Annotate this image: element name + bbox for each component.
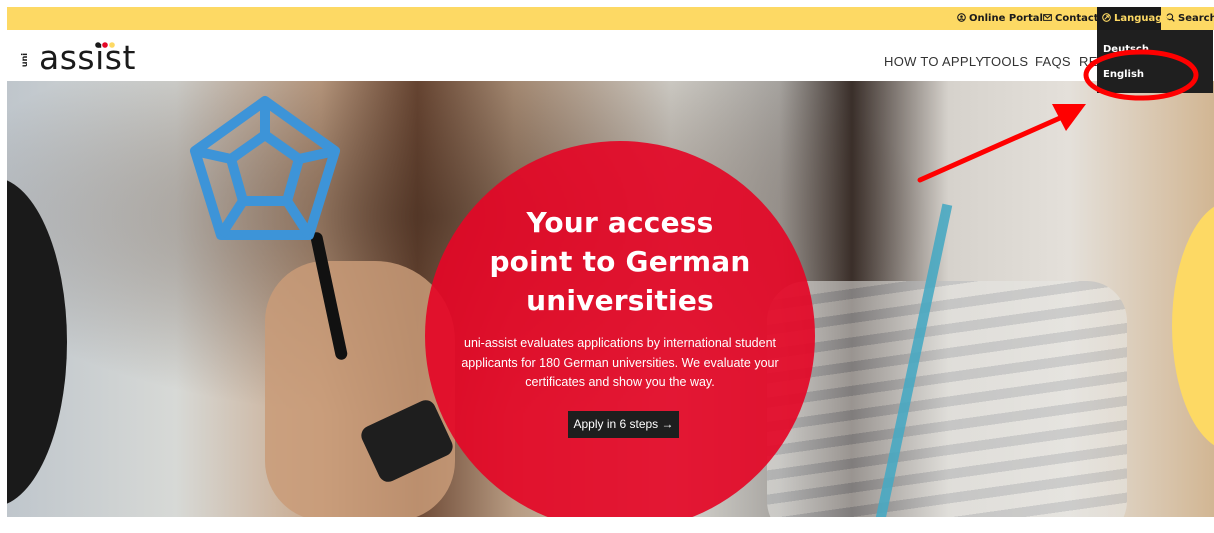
language-option-deutsch[interactable]: Deutsch: [1103, 44, 1149, 55]
hero-red-circle: Your access point to German universities…: [425, 141, 815, 531]
language-toggle[interactable]: Language: [1097, 7, 1169, 30]
hero-description-line-3: certificates and show you the way.: [525, 375, 715, 389]
logo-prefix: uni: [20, 52, 29, 68]
hero-headline-line-1: Your access: [526, 206, 714, 239]
language-link[interactable]: Language: [1102, 7, 1169, 30]
envelope-icon: [1043, 14, 1052, 21]
online-portal-link[interactable]: Online Portal: [957, 7, 1043, 30]
contact-link[interactable]: Contact: [1043, 7, 1099, 30]
online-portal-label: Online Portal: [969, 13, 1043, 24]
site-header: uni assist HOW TO APPLY TOOLS FAQS RE: [7, 30, 1214, 81]
hero-description-line-2: applicants for 180 German universities. …: [461, 355, 779, 370]
language-dropdown: Deutsch English: [1097, 30, 1213, 93]
hero-description-line-1: uni-assist evaluates applications by int…: [464, 336, 776, 350]
nav-tools[interactable]: TOOLS: [983, 54, 1028, 69]
hero-banner: Your access point to German universities…: [7, 81, 1214, 533]
dodecahedron-model-icon: [190, 96, 340, 240]
apply-in-6-steps-button[interactable]: Apply in 6 steps →: [568, 411, 679, 438]
user-circle-icon: [957, 13, 966, 22]
utility-bar: Online Portal Contact Search: [7, 7, 1214, 30]
hero-description: uni-assist evaluates applications by int…: [453, 334, 787, 393]
globe-icon: [1102, 13, 1111, 22]
search-label: Search: [1178, 13, 1214, 24]
contact-label: Contact: [1055, 13, 1099, 24]
search-link[interactable]: Search: [1166, 7, 1214, 30]
hero-headline: Your access point to German universities: [425, 203, 815, 320]
language-label: Language: [1114, 13, 1170, 24]
hero-headline-line-3: universities: [526, 284, 714, 317]
hero-bottom-edge: [7, 517, 1214, 533]
logo-dots: [95, 42, 115, 48]
nav-faqs[interactable]: FAQS: [1035, 54, 1071, 69]
nav-re-truncated[interactable]: RE: [1079, 54, 1098, 69]
language-option-english[interactable]: English: [1103, 69, 1144, 80]
nav-how-to-apply[interactable]: HOW TO APPLY: [884, 54, 984, 69]
hero-headline-line-2: point to German: [489, 245, 751, 278]
hero-photo-striped-shirt: [767, 281, 1127, 533]
